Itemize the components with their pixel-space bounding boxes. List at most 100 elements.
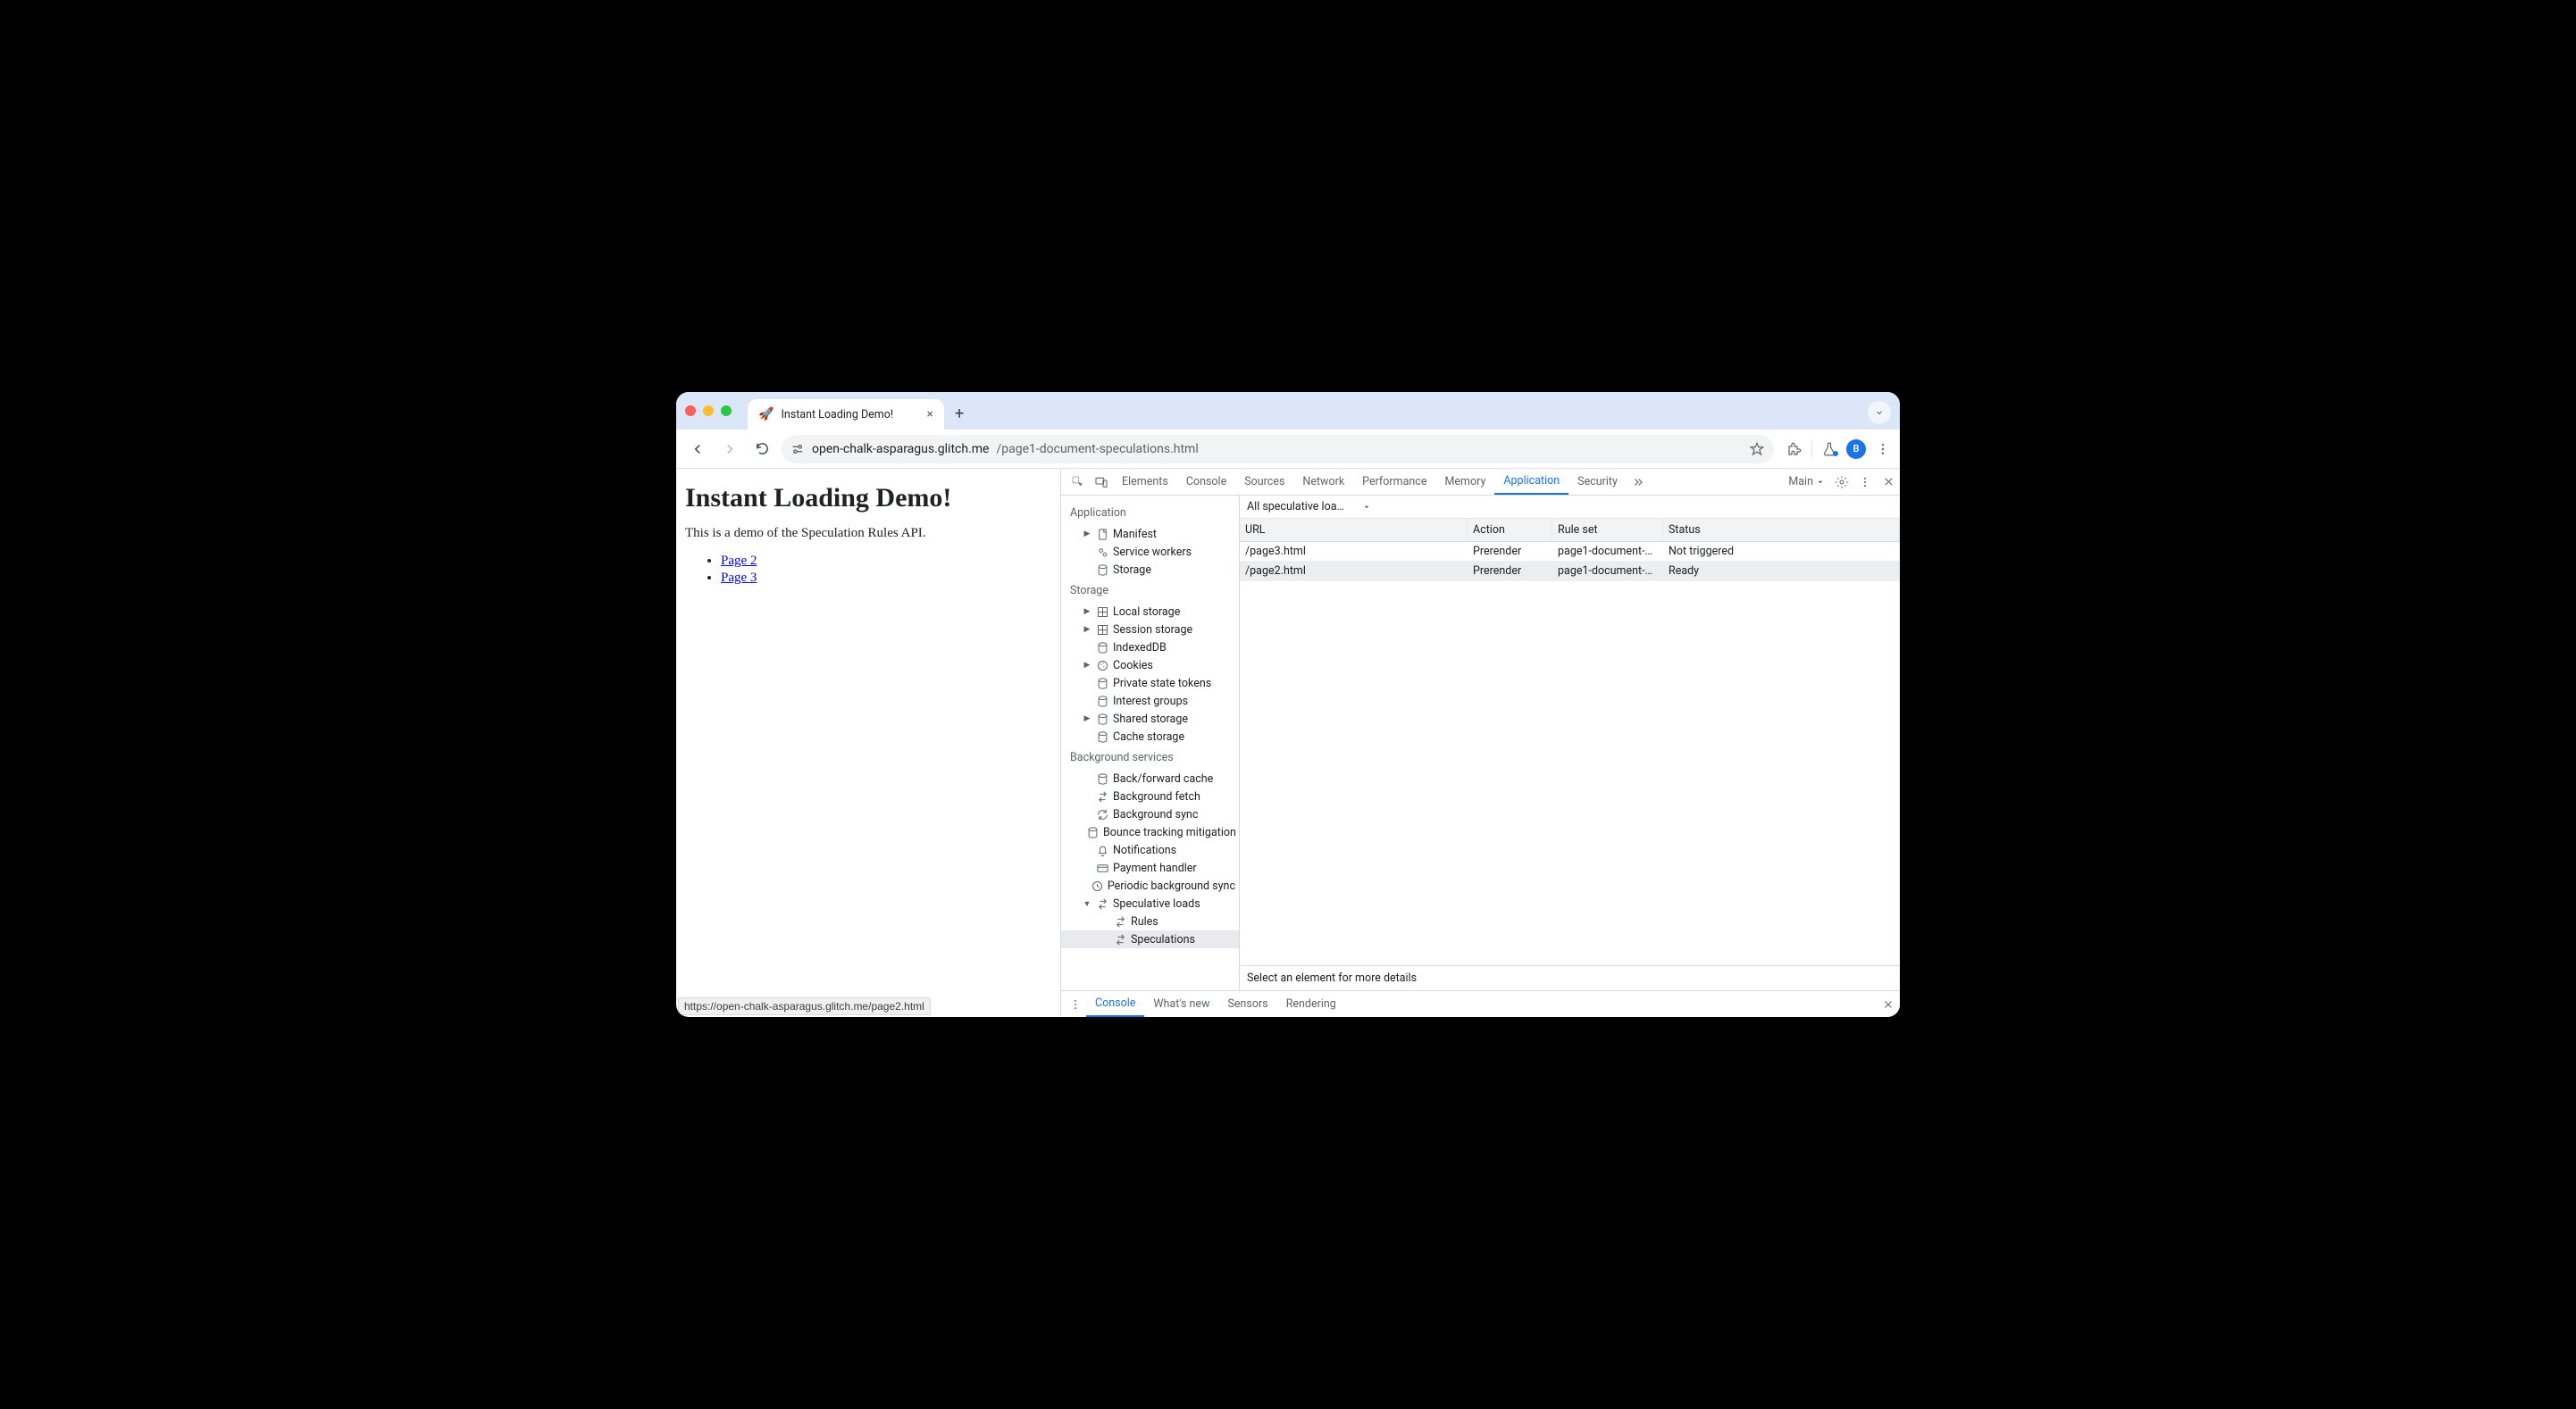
bell-icon: [1095, 843, 1109, 857]
cell-ruleset[interactable]: page1-document-…: [1552, 562, 1663, 581]
devtools-tab-application[interactable]: Application: [1494, 469, 1568, 495]
sidebar-item-label: Notifications: [1113, 844, 1176, 857]
swap-icon: [1114, 915, 1127, 929]
devtools-tab-memory[interactable]: Memory: [1435, 469, 1494, 495]
sidebar-item-shared-storage[interactable]: ▶Shared storage: [1061, 710, 1239, 728]
inspect-element-button[interactable]: [1066, 469, 1090, 495]
close-tab-button[interactable]: ×: [927, 407, 933, 421]
sidebar-item-storage[interactable]: Storage: [1061, 561, 1239, 579]
column-header[interactable]: Rule set: [1552, 519, 1663, 542]
tab-strip: 🚀 Instant Loading Demo! × +: [676, 392, 1900, 429]
sidebar-item-speculations[interactable]: Speculations: [1061, 930, 1239, 948]
db-icon: [1095, 712, 1109, 726]
drawer-tab-what-s-new[interactable]: What's new: [1144, 991, 1218, 1017]
maximize-window-button[interactable]: [721, 405, 732, 416]
sidebar-item-session-storage[interactable]: ▶Session storage: [1061, 621, 1239, 638]
grid-icon: [1095, 622, 1109, 637]
devtools-tab-console[interactable]: Console: [1177, 469, 1235, 495]
filter-select[interactable]: All speculative loa…: [1245, 500, 1357, 513]
drawer-menu-button[interactable]: [1065, 991, 1086, 1017]
chrome-menu-button[interactable]: [1875, 441, 1891, 457]
devtools-tab-sources[interactable]: Sources: [1235, 469, 1293, 495]
labs-button[interactable]: [1821, 441, 1837, 457]
tab-overflow-button[interactable]: [1868, 401, 1891, 424]
page-link[interactable]: Page 2: [721, 554, 757, 568]
cell-status[interactable]: Ready: [1663, 562, 1900, 581]
devtools-tab-bar: ElementsConsoleSourcesNetworkPerformance…: [1061, 469, 1900, 496]
drawer-tab-rendering[interactable]: Rendering: [1277, 991, 1345, 1017]
cell-action[interactable]: Prerender: [1468, 562, 1552, 581]
devtools-tab-performance[interactable]: Performance: [1353, 469, 1435, 495]
close-drawer-button[interactable]: [1877, 991, 1900, 1017]
close-icon: [1883, 476, 1894, 488]
sidebar-item-payment-handler[interactable]: Payment handler: [1061, 859, 1239, 877]
chevrons-right-icon: [1632, 476, 1644, 488]
sidebar-item-label: Service workers: [1113, 546, 1192, 559]
data-grid[interactable]: URLActionRule setStatus/page3.htmlPreren…: [1240, 519, 1900, 581]
sidebar-item-label: Speculations: [1131, 933, 1195, 946]
db-icon: [1095, 694, 1109, 708]
devtools-menu-button[interactable]: [1853, 469, 1877, 495]
page-link-list: Page 2 Page 3: [685, 554, 1051, 586]
sidebar-item-speculative-loads[interactable]: ▼Speculative loads: [1061, 895, 1239, 913]
disclosure-closed-icon: [1083, 547, 1091, 556]
sidebar-item-back-forward-cache[interactable]: Back/forward cache: [1061, 770, 1239, 788]
sidebar-item-indexeddb[interactable]: IndexedDB: [1061, 638, 1239, 656]
devtools-tab-network[interactable]: Network: [1293, 469, 1353, 495]
devtools-tab-security[interactable]: Security: [1568, 469, 1627, 495]
devtools-drawer: ConsoleWhat's newSensorsRendering: [1061, 990, 1900, 1017]
cell-url[interactable]: /page3.html: [1240, 542, 1468, 562]
file-icon: [1095, 527, 1109, 541]
minimize-window-button[interactable]: [703, 405, 714, 416]
profile-avatar[interactable]: B: [1846, 439, 1866, 459]
drawer-tab-console[interactable]: Console: [1086, 991, 1144, 1017]
sidebar-item-bounce-tracking-mitigation[interactable]: Bounce tracking mitigation: [1061, 823, 1239, 841]
toolbar-actions: B: [1786, 439, 1891, 459]
sidebar-item-service-workers[interactable]: Service workers: [1061, 543, 1239, 561]
sidebar-item-periodic-background-sync[interactable]: Periodic background sync: [1061, 877, 1239, 895]
more-tabs-button[interactable]: [1627, 469, 1650, 495]
sidebar-item-local-storage[interactable]: ▶Local storage: [1061, 603, 1239, 621]
page-link[interactable]: Page 3: [721, 571, 757, 585]
frame-selector[interactable]: Main: [1783, 469, 1830, 495]
sidebar-item-private-state-tokens[interactable]: Private state tokens: [1061, 674, 1239, 692]
reload-button[interactable]: [749, 437, 774, 462]
disclosure-closed-icon: ▶: [1083, 625, 1091, 634]
new-tab-button[interactable]: +: [955, 404, 964, 423]
sidebar-item-notifications[interactable]: Notifications: [1061, 841, 1239, 859]
devtools-tab-elements[interactable]: Elements: [1113, 469, 1177, 495]
sidebar-item-background-fetch[interactable]: Background fetch: [1061, 788, 1239, 805]
grid-icon: [1096, 623, 1109, 637]
cell-status[interactable]: Not triggered: [1663, 542, 1900, 562]
device-toolbar-button[interactable]: [1090, 469, 1113, 495]
cell-action[interactable]: Prerender: [1468, 542, 1552, 562]
db-icon: [1096, 713, 1109, 726]
db-icon: [1096, 641, 1109, 654]
cell-ruleset[interactable]: page1-document-…: [1552, 542, 1663, 562]
site-settings-icon[interactable]: [790, 442, 805, 456]
column-header[interactable]: URL: [1240, 519, 1468, 542]
browser-tab[interactable]: 🚀 Instant Loading Demo! ×: [748, 399, 944, 429]
column-header[interactable]: Action: [1468, 519, 1552, 542]
sidebar-item-manifest[interactable]: ▶Manifest: [1061, 525, 1239, 543]
sidebar-item-interest-groups[interactable]: Interest groups: [1061, 692, 1239, 710]
close-window-button[interactable]: [685, 405, 696, 416]
sidebar-item-cookies[interactable]: ▶Cookies: [1061, 656, 1239, 674]
drawer-tab-sensors[interactable]: Sensors: [1218, 991, 1276, 1017]
bookmark-star-icon[interactable]: [1749, 441, 1765, 457]
gears-icon: [1095, 545, 1109, 559]
sidebar-item-label: Background sync: [1113, 808, 1198, 821]
sidebar-item-cache-storage[interactable]: Cache storage: [1061, 728, 1239, 746]
extensions-button[interactable]: [1786, 441, 1802, 457]
sidebar-item-background-sync[interactable]: Background sync: [1061, 805, 1239, 823]
sidebar-item-label: Payment handler: [1113, 862, 1197, 875]
devtools-settings-button[interactable]: [1830, 469, 1853, 495]
back-button[interactable]: [685, 437, 710, 462]
browser-window: 🚀 Instant Loading Demo! × + open-chalk-a…: [676, 392, 1900, 1017]
sidebar-item-rules[interactable]: Rules: [1061, 913, 1239, 930]
forward-button[interactable]: [717, 437, 742, 462]
address-bar[interactable]: open-chalk-asparagus.glitch.me/page1-doc…: [782, 435, 1774, 463]
close-devtools-button[interactable]: [1877, 469, 1900, 495]
cell-url[interactable]: /page2.html: [1240, 562, 1468, 581]
column-header[interactable]: Status: [1663, 519, 1900, 542]
